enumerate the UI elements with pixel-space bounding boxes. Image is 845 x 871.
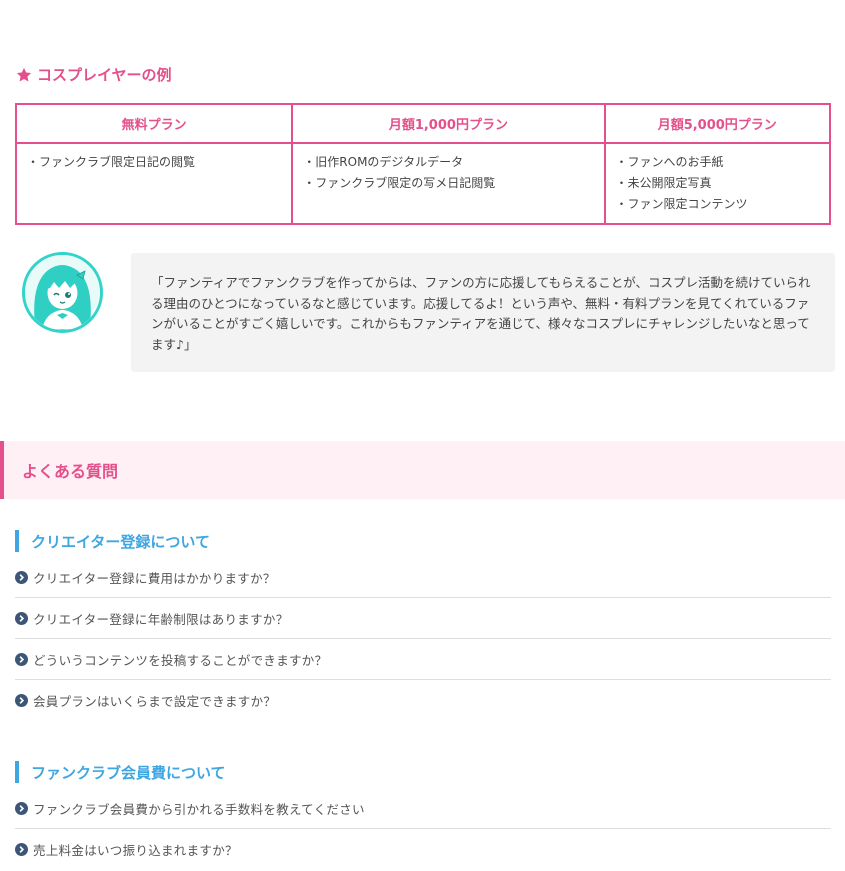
faq-item[interactable]: 会員プランはいくらまで設定できますか？ [15, 680, 831, 721]
plan-cell-free: ・ファンクラブ限定日記の閲覧 [14, 142, 294, 225]
section-title: コスプレイヤーの例 [37, 66, 172, 84]
plan-benefit: ・ファン限定コンテンツ [615, 197, 748, 211]
faq-item[interactable]: クリエイター登録に年齢制限はありますか？ [15, 598, 831, 639]
chevron-right-circle-icon [15, 801, 28, 815]
faq-question: クリエイター登録に費用はかかりますか？ [33, 570, 276, 586]
plan-cell-5000: ・ファンへのお手紙 ・未公開限定写真 ・ファン限定コンテンツ [603, 142, 832, 225]
plan-benefit: ・旧作ROMのデジタルデータ [303, 155, 464, 169]
faq-title: よくある質問 [22, 462, 119, 481]
faq-item[interactable]: 売上料金はいつ振り込まれますか？ [15, 829, 831, 870]
faq-group-label: ファンクラブ会員費について [31, 763, 226, 782]
plan-benefit: ・ファンクラブ限定日記の閲覧 [27, 155, 196, 169]
chevron-right-circle-icon [15, 611, 28, 625]
faq-question: クリエイター登録に年齢制限はありますか？ [33, 611, 289, 627]
plan-benefit: ・ファンクラブ限定の写メ日記閲覧 [303, 176, 496, 190]
star-icon [16, 67, 32, 81]
faq-question: 売上料金はいつ振り込まれますか？ [33, 843, 238, 858]
plan-benefit: ・ファンへのお手紙 [615, 155, 724, 169]
plans-table: 無料プラン 月額1,000円プラン 月額5,000円プラン ・ファンクラブ限定日… [14, 103, 832, 225]
testimonial-quote: 「ファンティアでファンクラブを作ってからは、ファンの方に応援してもらえることが、… [131, 253, 835, 372]
plan-cell-1000: ・旧作ROMのデジタルデータ ・ファンクラブ限定の写メ日記閲覧 [291, 142, 606, 225]
cosplayer-avatar-icon [22, 252, 103, 333]
faq-item[interactable]: どういうコンテンツを投稿することができますか？ [15, 639, 831, 680]
chevron-right-circle-icon [15, 694, 28, 707]
faq-question: 会員プランはいくらまで設定できますか？ [33, 694, 277, 709]
cosplay-section-heading: コスプレイヤーの例 [15, 64, 172, 85]
faq-banner: よくある質問 [0, 441, 845, 499]
faq-group-title-fanclub-fee: ファンクラブ会員費について [15, 761, 226, 783]
chevron-right-circle-icon [15, 570, 28, 584]
chevron-right-circle-icon [15, 843, 28, 856]
faq-question: ファンクラブ会員費から引かれる手数料を教えてください [33, 801, 365, 817]
testimonial: 「ファンティアでファンクラブを作ってからは、ファンの方に応援してもらえることが、… [22, 252, 835, 372]
chevron-right-circle-icon [15, 652, 28, 666]
plan-header-5000: 月額5,000円プラン [603, 103, 832, 144]
faq-list-creator-registration: クリエイター登録に費用はかかりますか？ クリエイター登録に年齢制限はありますか？… [15, 557, 831, 721]
accent-bar [15, 761, 19, 783]
plan-header-free: 無料プラン [14, 103, 294, 144]
faq-group-label: クリエイター登録について [31, 532, 210, 551]
faq-list-fanclub-fee: ファンクラブ会員費から引かれる手数料を教えてください 売上料金はいつ振り込まれま… [15, 788, 831, 870]
plan-benefit: ・未公開限定写真 [615, 176, 712, 190]
faq-item[interactable]: ファンクラブ会員費から引かれる手数料を教えてください [15, 788, 831, 829]
faq-question: どういうコンテンツを投稿することができますか？ [33, 652, 328, 668]
faq-item[interactable]: クリエイター登録に費用はかかりますか？ [15, 557, 831, 598]
plan-header-1000: 月額1,000円プラン [291, 103, 606, 144]
accent-bar [15, 530, 19, 552]
faq-group-title-creator-registration: クリエイター登録について [15, 530, 210, 552]
